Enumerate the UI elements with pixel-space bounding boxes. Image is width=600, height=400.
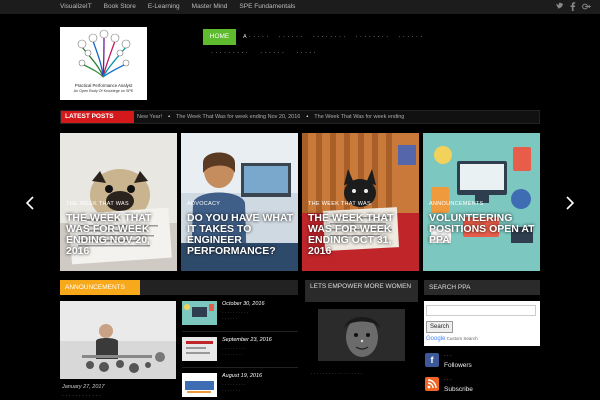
latest-posts-ticker: LATEST POSTS New Year! • The Week That W… xyxy=(60,110,540,124)
nav-item[interactable]: · · · · · · · · xyxy=(313,33,346,41)
slider-next-arrow-icon[interactable] xyxy=(566,196,575,213)
announcement-featured-date: January 27, 2017 xyxy=(62,384,105,390)
slide-3[interactable]: THE WEEK THAT WAS THE WEEK THAT WAS FOR … xyxy=(302,133,419,271)
women-caption: · · · · · · · · · · · · · · · · · · xyxy=(311,372,363,377)
slide-2[interactable]: ADVOCACY DO YOU HAVE WHAT IT TAKES TO EN… xyxy=(181,133,298,271)
divider xyxy=(182,367,298,368)
announcement-text[interactable]: · · · · · · · · · xyxy=(222,382,246,387)
slide-category[interactable]: THE WEEK THAT WAS xyxy=(308,201,371,207)
nav-item[interactable]: · · · · · · xyxy=(399,33,423,41)
slide-category[interactable]: ANNOUNCEMENTS xyxy=(429,201,484,207)
slide-category[interactable]: ADVOCACY xyxy=(187,201,220,207)
announcement-text[interactable]: · · · · · · · · · xyxy=(222,346,246,351)
slide-title[interactable]: THE WEEK THAT WAS FOR WEEK ENDING NOV 20… xyxy=(66,213,174,257)
nav-item[interactable]: · · · · · · xyxy=(279,33,303,41)
subscribe-row[interactable]: · · · Subscribe xyxy=(424,377,540,400)
lightbulb-logo-icon xyxy=(77,29,131,78)
followers-widget: f · · · Followers · · · Subscribe xyxy=(424,353,540,400)
top-nav-visualizeit[interactable]: VisualizeIT xyxy=(60,0,92,14)
announcement-text[interactable]: · · · · · · · xyxy=(222,388,240,393)
slider-prev-arrow-icon[interactable] xyxy=(25,196,34,213)
facebook-icon[interactable] xyxy=(569,2,577,11)
search-button[interactable]: Search xyxy=(426,321,453,333)
followers-label: Followers xyxy=(444,362,472,369)
announcement-date: August 19, 2016 xyxy=(222,373,263,379)
featured-slider: THE WEEK THAT WAS THE WEEK THAT WAS FOR … xyxy=(60,133,540,271)
announcement-text[interactable]: · · · · · · · · xyxy=(222,352,243,357)
top-nav-e-learning[interactable]: E-Learning xyxy=(148,0,180,14)
announcement-featured-image[interactable] xyxy=(60,301,176,379)
top-nav-master-mind[interactable]: Master Mind xyxy=(192,0,228,14)
google-logo: Google xyxy=(426,336,446,342)
search-input[interactable] xyxy=(426,305,536,316)
slide-title[interactable]: THE WEEK THAT WAS FOR WEEK ENDING OCT 31… xyxy=(308,213,416,257)
search-widget: Search Google Custom Search xyxy=(424,301,540,346)
nav-home[interactable]: HOME xyxy=(203,29,236,45)
announcement-featured-caption[interactable]: · · · · · · · · · · · · xyxy=(62,393,101,399)
followers-count: · · · xyxy=(444,353,452,359)
ticker-item[interactable]: The Week That Was for week ending Nov 20… xyxy=(176,111,300,123)
top-bar: VisualizeIT Book Store E-Learning Master… xyxy=(0,0,600,14)
announcement-date: September 23, 2016 xyxy=(222,337,272,343)
announcements-label[interactable]: ANNOUNCEMENTS xyxy=(60,280,140,295)
announcement-text[interactable]: · · · · · · xyxy=(222,316,237,321)
announcement-thumbnail xyxy=(182,301,217,325)
divider xyxy=(182,331,298,332)
list-item[interactable]: August 19, 2016 · · · · · · · · · · · · … xyxy=(182,373,298,400)
logo-title: Practical Performance Analyst xyxy=(74,83,133,88)
site-logo[interactable]: Practical Performance Analyst An Open Bo… xyxy=(60,27,147,100)
twitter-icon[interactable] xyxy=(556,2,564,11)
followers-row[interactable]: f · · · Followers xyxy=(424,353,540,377)
google-plus-icon[interactable] xyxy=(582,2,591,11)
top-nav-book-store[interactable]: Book Store xyxy=(104,0,136,14)
announcements-header: ANNOUNCEMENTS xyxy=(60,280,298,295)
google-custom-search-label: Google Custom Search xyxy=(426,335,478,343)
women-portrait-image[interactable] xyxy=(318,309,405,361)
list-item[interactable]: September 23, 2016 · · · · · · · · · · ·… xyxy=(182,337,298,371)
ticker-items: New Year! • The Week That Was for week e… xyxy=(137,111,537,123)
nav-item[interactable]: A · · · · · xyxy=(243,33,269,41)
nav-item[interactable]: · · · · · · · · · xyxy=(211,49,248,57)
announcement-thumbnail xyxy=(182,373,217,397)
top-nav-spe-fundamentals[interactable]: SPE Fundamentals xyxy=(239,0,295,14)
nav-item[interactable]: · · · · · xyxy=(296,49,316,57)
rss-icon[interactable] xyxy=(425,377,439,391)
slide-4[interactable]: ANNOUNCEMENTS VOLUNTEERING POSITIONS OPE… xyxy=(423,133,540,271)
announcement-text[interactable]: · · · · · · · · · · xyxy=(222,310,248,315)
custom-search-text: Custom Search xyxy=(446,336,478,341)
ticker-bullet: • xyxy=(168,114,171,120)
nav-item[interactable]: · · · · · · · · xyxy=(356,33,389,41)
announcement-thumbnail xyxy=(182,337,217,361)
ticker-item[interactable]: New Year! xyxy=(137,111,162,123)
women-header: LETS EMPOWER MORE WOMEN xyxy=(305,280,418,302)
nav-row-2: · · · · · · · · · · · · · · · · · · · · xyxy=(211,49,316,57)
announcement-date: October 30, 2016 xyxy=(222,301,265,307)
subscribe-label: Subscribe xyxy=(444,386,473,393)
list-item[interactable]: October 30, 2016 · · · · · · · · · · · ·… xyxy=(182,301,298,335)
slide-title[interactable]: VOLUNTEERING POSITIONS OPEN AT PPA xyxy=(429,213,537,246)
top-nav: VisualizeIT Book Store E-Learning Master… xyxy=(60,0,295,14)
slide-category[interactable]: THE WEEK THAT WAS xyxy=(66,201,129,207)
search-header: SEARCH PPA xyxy=(424,280,540,295)
slide-1[interactable]: THE WEEK THAT WAS THE WEEK THAT WAS FOR … xyxy=(60,133,177,271)
facebook-icon[interactable]: f xyxy=(425,353,439,367)
slide-title[interactable]: DO YOU HAVE WHAT IT TAKES TO ENGINEER PE… xyxy=(187,213,295,257)
social-links xyxy=(556,2,591,11)
nav-row-1: A · · · · · · · · · · · · · · · · · · · … xyxy=(243,33,423,41)
ticker-bullet: • xyxy=(306,114,309,120)
logo-subtitle: An Open Body Of Knowlege on SPE xyxy=(73,89,134,93)
subscribe-count: · · · xyxy=(444,377,452,383)
nav-item[interactable]: · · · · · · xyxy=(260,49,284,57)
ticker-item[interactable]: The Week That Was for week ending xyxy=(314,111,404,123)
ticker-label: LATEST POSTS xyxy=(61,111,134,123)
